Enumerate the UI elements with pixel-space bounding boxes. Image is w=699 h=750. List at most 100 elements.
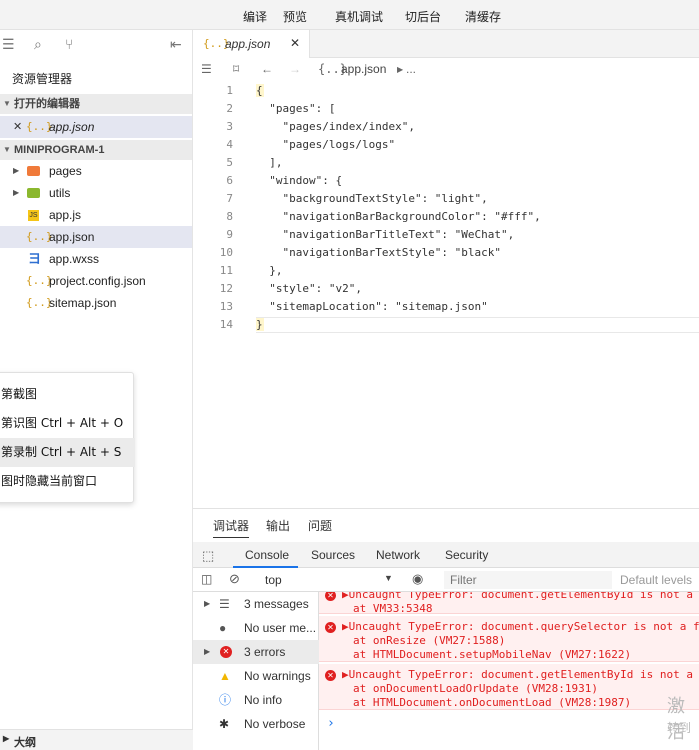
console-filter-bar: ◫ ⊘ top ▼ ◉ Default levels: [193, 568, 699, 592]
line-number: 5: [226, 156, 233, 169]
list-icon[interactable]: ☰: [201, 62, 212, 76]
back-arrow-icon[interactable]: ←: [261, 62, 273, 76]
code-line: "sitemapLocation": "sitemap.json": [256, 300, 488, 313]
console-filter-item[interactable]: ✱ No verbose: [193, 712, 319, 736]
console-error-message[interactable]: ✕ ▶Uncaught TypeError: document.getElemen…: [319, 664, 699, 710]
debug-panel: 调试器 输出 问题 ⬚ Console Sources Network Secu…: [193, 508, 699, 750]
menu-item-recognize[interactable]: 第识图 Ctrl + Alt + O: [0, 409, 135, 438]
code-line: "pages": [: [256, 102, 336, 115]
code-line: {: [256, 84, 264, 97]
menu-item-screenshot[interactable]: 第截图: [0, 380, 135, 409]
close-icon[interactable]: ✕: [290, 36, 300, 50]
caret-down-icon: ▼: [3, 145, 11, 154]
log-levels-select[interactable]: Default levels: [620, 573, 692, 587]
preview-button[interactable]: 预览: [283, 8, 307, 25]
background-button[interactable]: 切后台: [405, 8, 441, 25]
project-header[interactable]: ▼ MINIPROGRAM-1: [0, 140, 192, 160]
code-line: "pages/logs/logs": [256, 138, 396, 151]
warning-icon: ▲: [219, 669, 231, 683]
console-filter-item[interactable]: ▶ ✕ 3 errors: [193, 640, 319, 664]
menu-item-hide-window[interactable]: 图时隐藏当前窗口: [0, 467, 135, 496]
clear-console-icon[interactable]: ⊘: [229, 571, 240, 587]
error-icon: ✕: [325, 670, 336, 681]
console-log: ✕ ▶Uncaught TypeError: document.getElemen…: [319, 592, 699, 750]
console-error-message[interactable]: ✕ ▶Uncaught TypeError: document.getElemen…: [319, 592, 699, 615]
stack-trace-link[interactable]: at onDocumentLoadOrUpdate (VM28:1931): [353, 682, 598, 695]
tree-item-sitemap[interactable]: {..} sitemap.json: [0, 292, 192, 314]
dropdown-arrow-icon[interactable]: ▼: [384, 573, 393, 583]
filter-input[interactable]: [444, 571, 612, 589]
code-line: "navigationBarTextStyle": "black": [256, 246, 502, 259]
tab-problems[interactable]: 问题: [308, 517, 332, 534]
activation-watermark-sub: 转到: [667, 721, 692, 735]
outline-header[interactable]: ▶ 大纲: [0, 729, 193, 750]
menu-item-record[interactable]: 第录制 Ctrl + Alt + S: [0, 438, 135, 467]
line-number: 6: [226, 174, 233, 187]
close-icon[interactable]: ✕: [13, 116, 22, 138]
caret-right-icon: ▶: [13, 166, 20, 175]
sidebar-toolbar: ☰ ⌕ ⑂ ⇤: [0, 30, 193, 58]
code-line: "style": "v2",: [256, 282, 362, 295]
caret-right-icon: ▶: [204, 647, 211, 656]
tab-app-json[interactable]: {..} app.json ✕: [193, 30, 310, 58]
line-number: 12: [219, 282, 233, 295]
editor-tab-bar: {..} app.json ✕: [193, 30, 699, 58]
code-editor[interactable]: 1 2 3 4 5 6 7 8 9 10 11 12 13 14 { "pages": [ "pages/…: [193, 82, 699, 508]
tree-item-app-js[interactable]: JS app.js: [0, 204, 192, 226]
tree-item-pages[interactable]: ▶ pages: [0, 160, 192, 182]
eye-icon[interactable]: ◉: [412, 571, 423, 587]
console-filter-item[interactable]: ● No user me...: [193, 616, 319, 640]
open-editor-item[interactable]: ✕ {..} app.json: [0, 116, 192, 138]
folder-icon: [27, 160, 40, 184]
tab-console[interactable]: Console: [245, 548, 289, 562]
list-icon[interactable]: ☰: [2, 36, 15, 53]
breadcrumb-file[interactable]: app.json: [341, 62, 386, 76]
line-number: 11: [219, 264, 233, 277]
search-icon[interactable]: ⌕: [34, 36, 42, 53]
tab-output[interactable]: 输出: [266, 517, 290, 534]
top-toolbar: 编译 预览 真机调试 切后台 清缓存: [0, 0, 699, 30]
tree-item-project-config[interactable]: {..} project.config.json: [0, 270, 192, 292]
branch-icon[interactable]: ⑂: [65, 36, 73, 52]
code-line: "backgroundTextStyle": "light",: [256, 192, 488, 205]
code-line: "pages/index/index",: [256, 120, 415, 133]
open-editors-header[interactable]: ▼ 打开的编辑器: [0, 94, 192, 114]
console-filter-item[interactable]: ▲ No warnings: [193, 664, 319, 688]
tree-item-app-json[interactable]: {..} app.json: [0, 226, 192, 248]
remote-debug-button[interactable]: 真机调试: [335, 8, 383, 25]
tree-item-app-wxss[interactable]: ヨ app.wxss: [0, 248, 192, 270]
stack-trace-link[interactable]: at onResize (VM27:1588): [353, 634, 505, 647]
stack-trace-link[interactable]: at VM33:5348: [353, 602, 432, 615]
user-icon: ●: [219, 621, 227, 635]
stack-trace-link[interactable]: at HTMLDocument.onDocumentLoad (VM28:198…: [353, 696, 631, 709]
tree-item-utils[interactable]: ▶ utils: [0, 182, 192, 204]
info-icon: ⓘ: [219, 693, 232, 707]
devtools-tabs: ⬚ Console Sources Network Security: [193, 542, 699, 568]
clear-cache-button[interactable]: 清缓存: [465, 8, 501, 25]
code-line: "navigationBarTitleText": "WeChat",: [256, 228, 515, 241]
compile-button[interactable]: 编译: [243, 8, 267, 25]
console-error-message[interactable]: ✕ ▶Uncaught TypeError: document.querySele…: [319, 616, 699, 662]
inspect-icon[interactable]: ⬚: [202, 548, 214, 564]
bookmark-icon[interactable]: ⌑: [233, 62, 239, 76]
error-text: ▶Uncaught TypeError: document.getElement…: [342, 668, 693, 681]
collapse-panel-icon[interactable]: ⇤: [170, 36, 182, 53]
sidebar-toggle-icon[interactable]: ◫: [201, 572, 212, 586]
console-prompt[interactable]: ›: [327, 716, 335, 731]
breadcrumb-more[interactable]: ...: [406, 62, 416, 76]
context-select[interactable]: top: [265, 573, 282, 587]
console-filter-item[interactable]: ▶ ☰ 3 messages: [193, 592, 319, 616]
forward-arrow-icon[interactable]: →: [289, 62, 301, 76]
error-icon: ✕: [325, 592, 336, 601]
caret-right-icon: ▶: [13, 188, 20, 197]
caret-down-icon: ▼: [3, 99, 11, 108]
console-filter-item[interactable]: ⓘ No info: [193, 688, 319, 712]
tab-debugger[interactable]: 调试器: [213, 517, 250, 538]
tab-network[interactable]: Network: [376, 548, 420, 562]
error-icon: ✕: [220, 646, 232, 658]
stack-trace-link[interactable]: at HTMLDocument.setupMobileNav (VM27:162…: [353, 648, 631, 661]
tab-security[interactable]: Security: [445, 548, 488, 562]
tab-sources[interactable]: Sources: [311, 548, 355, 562]
caret-right-icon: ▶: [204, 599, 211, 608]
error-text: ▶Uncaught TypeError: document.getElement…: [342, 592, 693, 601]
